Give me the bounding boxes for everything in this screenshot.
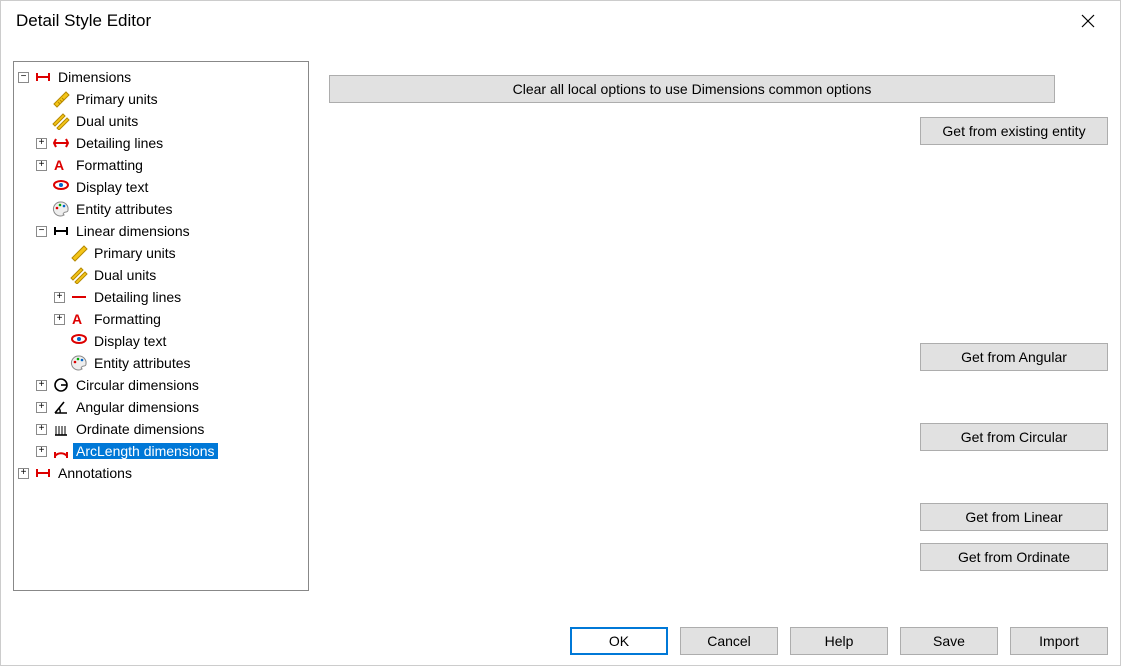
dialog-body: − Dimensions Primary units [13, 49, 1108, 603]
get-from-ordinate-button[interactable]: Get from Ordinate [920, 543, 1108, 571]
tree-item-angular-dimensions[interactable]: + Angular dimensions [18, 396, 308, 418]
collapse-toggle[interactable]: − [18, 72, 29, 83]
tree-label: Display text [73, 179, 151, 195]
tree-item-display-text[interactable]: Display text [18, 176, 308, 198]
tree-label: Primary units [91, 245, 179, 261]
window-title: Detail Style Editor [16, 11, 151, 31]
dual-ruler-icon [70, 266, 88, 284]
svg-text:A: A [72, 311, 82, 327]
tree-item-linear-dual-units[interactable]: Dual units [18, 264, 308, 286]
tree-label: Ordinate dimensions [73, 421, 207, 437]
expand-toggle[interactable]: + [36, 380, 47, 391]
expand-toggle[interactable]: + [18, 468, 29, 479]
dialog-button-bar: OK Cancel Help Save Import [570, 627, 1108, 655]
options-panel: Clear all local options to use Dimension… [329, 61, 1108, 603]
ok-button[interactable]: OK [570, 627, 668, 655]
tree-item-linear-detailing-lines[interactable]: + Detailing lines [18, 286, 308, 308]
toggle-spacer [36, 94, 47, 105]
get-from-circular-button[interactable]: Get from Circular [920, 423, 1108, 451]
tree-label: Dimensions [55, 69, 134, 85]
tree-label: Entity attributes [73, 201, 176, 217]
tree-item-detailing-lines[interactable]: + Detailing lines [18, 132, 308, 154]
tree-label: Dual units [73, 113, 141, 129]
import-button[interactable]: Import [1010, 627, 1108, 655]
tree-label: Linear dimensions [73, 223, 193, 239]
tree-item-formatting[interactable]: + A Formatting [18, 154, 308, 176]
tree-item-arclength-dimensions[interactable]: + ArcLength dimensions [18, 440, 308, 462]
tree-item-linear-dimensions[interactable]: − Linear dimensions [18, 220, 308, 242]
collapse-toggle[interactable]: − [36, 226, 47, 237]
ruler-icon [70, 244, 88, 262]
save-button[interactable]: Save [900, 627, 998, 655]
circular-dim-icon [52, 376, 70, 394]
ruler-icon [52, 90, 70, 108]
tree-item-linear-formatting[interactable]: + A Formatting [18, 308, 308, 330]
tree-label: Circular dimensions [73, 377, 202, 393]
tree-panel: − Dimensions Primary units [13, 61, 309, 591]
linear-dim-icon [52, 222, 70, 240]
tree-label: Formatting [91, 311, 164, 327]
ordinate-dim-icon [52, 420, 70, 438]
cancel-button[interactable]: Cancel [680, 627, 778, 655]
tree-label: Dual units [91, 267, 159, 283]
svg-text:A: A [54, 157, 64, 173]
expand-toggle[interactable]: + [54, 292, 65, 303]
dialog-window: Detail Style Editor − Dimensions [0, 0, 1121, 666]
tree-item-linear-entity-attributes[interactable]: Entity attributes [18, 352, 308, 374]
help-button[interactable]: Help [790, 627, 888, 655]
tree-item-annotations[interactable]: + Annotations [18, 462, 308, 484]
formatting-icon: A [52, 156, 70, 174]
close-icon [1081, 14, 1095, 28]
expand-toggle[interactable]: + [36, 424, 47, 435]
title-bar: Detail Style Editor [1, 1, 1120, 41]
tree-item-dimensions[interactable]: − Dimensions [18, 66, 308, 88]
tree-label-selected: ArcLength dimensions [73, 443, 218, 459]
display-text-icon [70, 332, 88, 350]
palette-icon [52, 200, 70, 218]
tree-item-entity-attributes[interactable]: Entity attributes [18, 198, 308, 220]
expand-toggle[interactable]: + [36, 160, 47, 171]
get-from-linear-button[interactable]: Get from Linear [920, 503, 1108, 531]
display-text-icon [52, 178, 70, 196]
expand-toggle[interactable]: + [36, 138, 47, 149]
tree-item-circular-dimensions[interactable]: + Circular dimensions [18, 374, 308, 396]
angular-dim-icon [52, 398, 70, 416]
expand-toggle[interactable]: + [36, 446, 47, 457]
tree-item-linear-display-text[interactable]: Display text [18, 330, 308, 352]
annotation-group-icon [34, 464, 52, 482]
tree-item-ordinate-dimensions[interactable]: + Ordinate dimensions [18, 418, 308, 440]
expand-toggle[interactable]: + [36, 402, 47, 413]
tree-item-linear-primary-units[interactable]: Primary units [18, 242, 308, 264]
tree-item-dual-units[interactable]: Dual units [18, 110, 308, 132]
dual-ruler-icon [52, 112, 70, 130]
formatting-icon: A [70, 310, 88, 328]
palette-icon [70, 354, 88, 372]
tree-label: Display text [91, 333, 169, 349]
tree-label: Formatting [73, 157, 146, 173]
tree-label: Detailing lines [91, 289, 184, 305]
dimension-group-icon [34, 68, 52, 86]
expand-toggle[interactable]: + [54, 314, 65, 325]
detailing-lines-icon [70, 288, 88, 306]
tree-item-primary-units[interactable]: Primary units [18, 88, 308, 110]
get-from-existing-button[interactable]: Get from existing entity [920, 117, 1108, 145]
clear-all-button[interactable]: Clear all local options to use Dimension… [329, 75, 1055, 103]
close-button[interactable] [1068, 1, 1108, 41]
tree-label: Detailing lines [73, 135, 166, 151]
tree-label: Entity attributes [91, 355, 194, 371]
detailing-lines-icon [52, 134, 70, 152]
tree-label: Primary units [73, 91, 161, 107]
tree-label: Annotations [55, 465, 135, 481]
tree-label: Angular dimensions [73, 399, 202, 415]
get-from-angular-button[interactable]: Get from Angular [920, 343, 1108, 371]
arclength-dim-icon [52, 442, 70, 460]
